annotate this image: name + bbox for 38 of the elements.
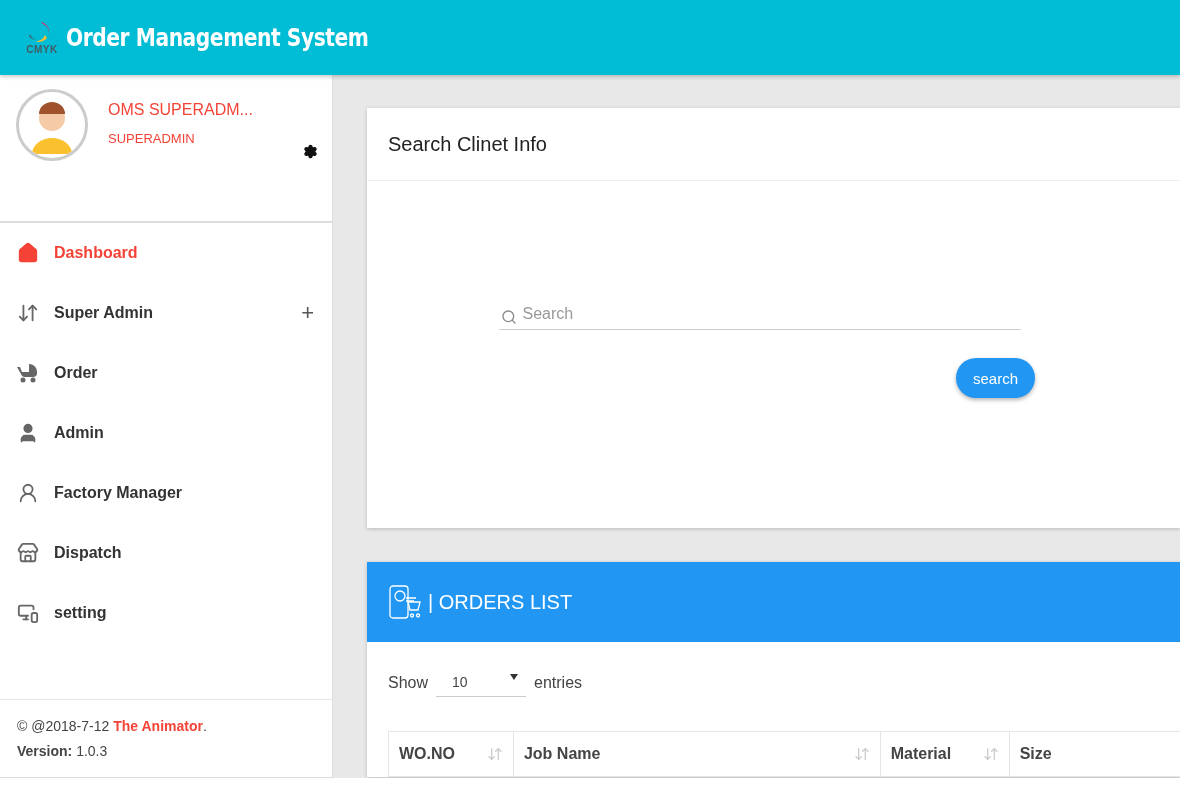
sidebar-item[interactable]: Super Admin + [0,283,332,343]
entries-label: entries [534,673,583,692]
settings-icon[interactable] [303,144,318,159]
author-link[interactable]: The Animator [113,718,203,734]
copyright-text: © @2018-7-12 [17,718,110,734]
sidebar-item[interactable]: Dispatch [0,523,332,583]
search-icon [500,309,517,325]
version-text: Version: 1.0.3 [17,743,109,759]
person-outline-icon [17,482,39,504]
sort-icon [486,746,503,762]
card-title: Search Clinet Info [388,132,547,156]
search-field[interactable]: Search [498,301,1021,330]
stroller-icon [17,363,39,383]
up-down-arrows-icon [17,302,39,324]
sidebar-item[interactable]: setting [0,583,332,643]
sidebar-item[interactable]: Order [0,343,332,403]
caret-icon [510,674,519,680]
expand-toggle[interactable]: + [301,300,314,326]
sort-icon [853,746,870,762]
user-role: SUPERADMIN [108,131,196,146]
sort-icon [982,746,999,762]
sidebar-item[interactable]: Admin [0,403,332,463]
user-name: OMS SUPERADM... [108,101,253,119]
home-icon [17,242,39,264]
orders-icon [388,584,424,620]
logo-text: CMYK [26,44,58,55]
orders-title: | ORDERS LIST [428,590,573,614]
show-label: Show [388,673,429,692]
app-title: Order Management System [66,23,369,52]
page-size-select[interactable]: 10 [436,668,527,697]
sidebar-item[interactable]: Dashboard [0,223,332,283]
period-text: . [202,718,207,734]
column-header[interactable]: Material [880,731,1010,777]
store-icon [17,542,39,564]
sidebar-item[interactable]: Factory Manager [0,463,332,523]
column-header[interactable]: WO.NO [388,731,514,777]
column-header[interactable]: Job Name [513,731,881,777]
column-header[interactable]: Size [1009,731,1180,777]
